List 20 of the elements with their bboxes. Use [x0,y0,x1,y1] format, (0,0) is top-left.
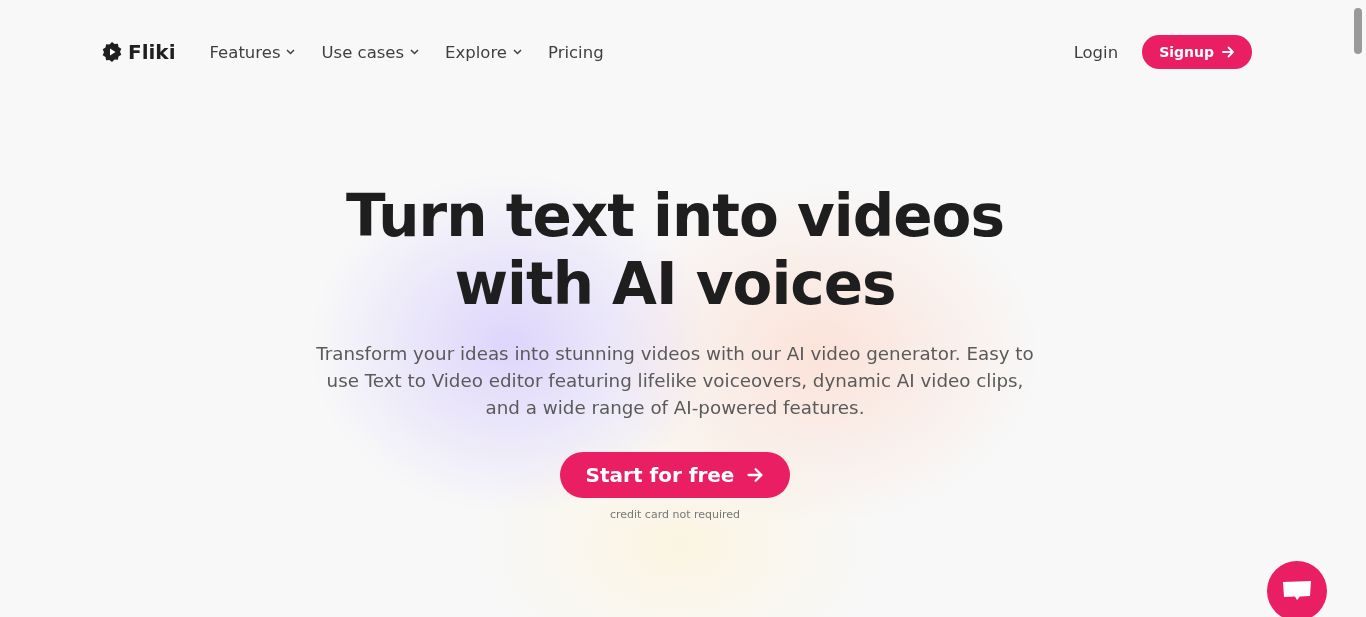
hero-subtitle: Transform your ideas into stunning videos with our AI video generator. Easy to use Text to Video editor featuring lifelike voiceovers, dynamic AI video clips, and a wide range of AI-powered features. [315,342,1035,420]
scrollbar-thumb[interactable] [1354,8,1362,54]
nav-link[interactable]: Explore [445,42,522,62]
chat-button[interactable] [1267,561,1327,617]
chevron-down-icon [410,49,420,55]
credit-card-note: credit card not required [609,508,741,521]
chevron-down-icon [286,49,296,55]
hero-title: Turn text into videos [346,182,1004,250]
signup-button[interactable]: Signup [1142,35,1252,69]
chevron-down-icon [513,49,522,55]
arrow-right-icon [746,466,765,484]
nav-link[interactable]: Use cases [321,42,420,62]
nav-link[interactable]: Features [209,42,296,62]
arrow-right-icon [1221,45,1235,59]
start-free-button[interactable]: Start for free [559,452,791,498]
nav-link[interactable]: Pricing [548,42,604,62]
logo-text: Fliki [128,40,176,64]
hero-title: with AI voices [453,250,897,318]
logo-icon [102,42,122,62]
login-link[interactable]: Login [1073,42,1119,62]
